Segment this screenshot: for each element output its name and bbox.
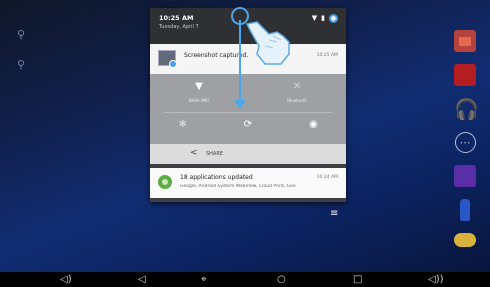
share-icon: <: [190, 148, 198, 158]
navigation-bar: ◁) ◁ ⌖ ○ □ ◁)): [0, 272, 490, 287]
notification-time: 10:25 AM: [316, 53, 338, 58]
game-controller-icon[interactable]: [454, 233, 476, 247]
app-dock: 🎧 ⋯: [450, 30, 480, 259]
red-app-icon[interactable]: [454, 64, 476, 86]
swipe-arrow-icon: [234, 100, 246, 109]
location-tile[interactable]: ◉: [281, 118, 346, 142]
location-icon: ◉: [308, 119, 318, 130]
quick-settings-divider: [164, 112, 332, 113]
volume-up-icon[interactable]: ◁)): [428, 273, 444, 286]
left-shortcuts: ⚲ ⚲: [14, 28, 34, 88]
share-label: SHARE: [206, 151, 223, 157]
rotate-icon: ⟳: [243, 119, 253, 130]
swipe-line: [239, 20, 241, 106]
brightness-tile[interactable]: ✱: [150, 118, 215, 142]
app-drawer-icon[interactable]: ⋯: [454, 132, 476, 153]
user-avatar-icon[interactable]: ●: [329, 14, 338, 23]
clock: 10:25 AM: [159, 14, 194, 22]
bottle-app-icon[interactable]: [460, 199, 470, 221]
search-icon[interactable]: ⚲: [14, 28, 28, 42]
quick-settings-row-2: ✱ ⟳ ◉: [150, 118, 346, 142]
status-icons: ▼ ▮ ●: [312, 14, 338, 23]
notification-subtitle: Google, Android System WebView, Cloud Pr…: [180, 184, 296, 189]
clear-all-icon[interactable]: ≡: [330, 208, 338, 219]
volume-down-icon[interactable]: ◁): [60, 273, 72, 286]
date-label: Tuesday, April 7: [159, 24, 199, 30]
back-icon[interactable]: ◁: [138, 273, 146, 286]
headphones-icon[interactable]: 🎧: [454, 98, 479, 120]
battery-icon: ▮: [321, 14, 325, 22]
notification-title: 18 applications updated: [180, 174, 253, 181]
rotate-tile[interactable]: ⟳: [215, 118, 280, 142]
quick-settings: ▼ NASA MKT ✕ Bluetooth ✱ ⟳ ◉: [150, 74, 346, 144]
wifi-icon: ▼: [195, 81, 203, 92]
purple-app-icon[interactable]: [454, 165, 476, 187]
home-icon[interactable]: ○: [277, 273, 286, 286]
notification-time: 10:24 AM: [316, 175, 338, 180]
home-screen: ⚲ ⚲ 🎧 ⋯ 10:25 AM Tuesday, April 7 ▼ ▮ ● …: [0, 0, 490, 272]
play-store-notification-icon: [158, 175, 172, 189]
bluetooth-tile[interactable]: ✕ Bluetooth: [248, 80, 346, 112]
notification-apps-updated[interactable]: 18 applications updated Google, Android …: [150, 168, 346, 198]
bluetooth-label: Bluetooth: [287, 98, 307, 103]
brightness-icon: ✱: [178, 119, 187, 130]
wifi-status-icon: ▼: [311, 14, 318, 22]
quick-settings-row-1: ▼ NASA MKT ✕ Bluetooth: [150, 80, 346, 112]
play-store-icon[interactable]: [454, 30, 476, 52]
bluetooth-icon: ✕: [292, 81, 302, 92]
screenshot-icon[interactable]: ⌖: [201, 273, 207, 286]
recents-icon[interactable]: □: [353, 273, 362, 286]
notification-badge-icon: [169, 60, 177, 68]
pointing-hand-icon: [245, 21, 290, 65]
mic-icon[interactable]: ⚲: [14, 58, 28, 72]
share-action-bar[interactable]: < SHARE: [150, 144, 346, 164]
